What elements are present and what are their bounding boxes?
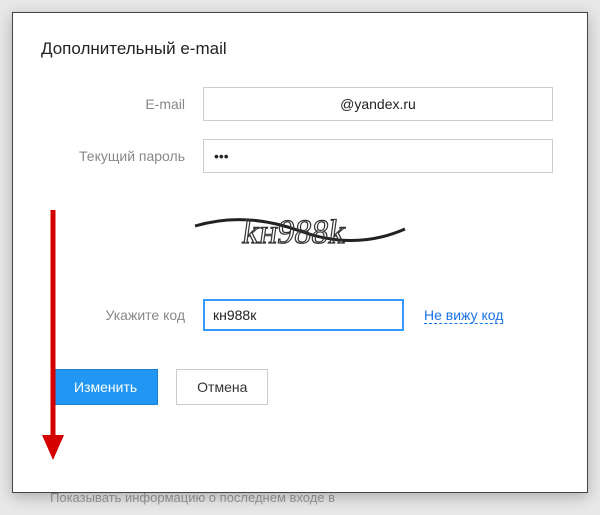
svg-text:kн988k: kн988k <box>240 214 349 251</box>
email-label: E-mail <box>35 96 203 112</box>
refresh-captcha-link[interactable]: Не вижу код <box>424 307 503 324</box>
modal-title: Дополнительный e-mail <box>41 39 565 59</box>
code-row: Укажите код Не вижу код <box>35 299 565 331</box>
password-label: Текущий пароль <box>35 148 203 164</box>
code-label: Укажите код <box>35 307 203 323</box>
captcha-code-field[interactable] <box>203 299 404 331</box>
captcha-image: kн988k <box>190 191 410 269</box>
buttons-row: Изменить Отмена <box>53 369 565 405</box>
email-row: E-mail <box>35 87 565 121</box>
password-row: Текущий пароль <box>35 139 565 173</box>
password-field[interactable] <box>203 139 553 173</box>
captcha-row: kн988k <box>35 191 565 269</box>
email-field[interactable] <box>203 87 553 121</box>
additional-email-modal: Дополнительный e-mail E-mail Текущий пар… <box>12 12 588 493</box>
submit-button[interactable]: Изменить <box>53 369 158 405</box>
cancel-button[interactable]: Отмена <box>176 369 268 405</box>
